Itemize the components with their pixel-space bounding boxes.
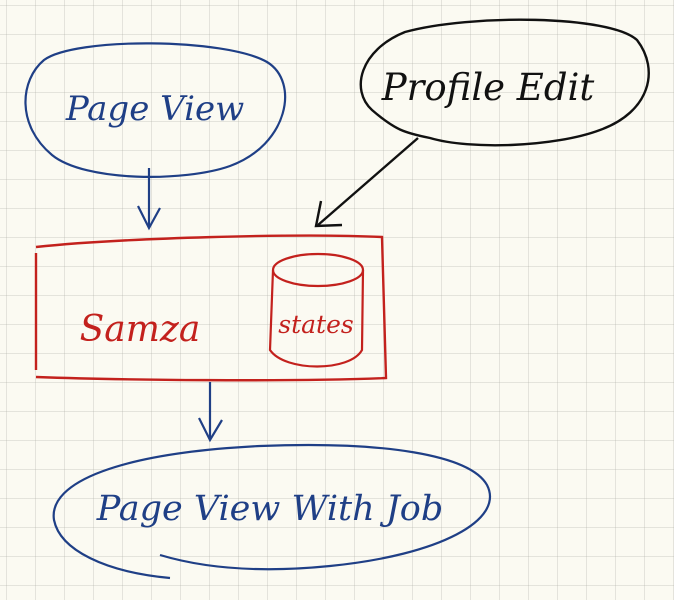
states-label: states <box>278 310 353 339</box>
arrow-profile-edit-to-samza <box>314 137 419 228</box>
samza-box <box>34 234 388 382</box>
flow-diagram: Page View Profile Edit Samza states Page… <box>24 18 650 580</box>
arrow-samza-to-page-view-with-job <box>198 382 223 443</box>
diagram-canvas: Page View Profile Edit Samza states Page… <box>0 0 674 600</box>
page-view-node: Page View <box>24 42 287 178</box>
database-top <box>271 252 365 288</box>
profile-edit-node: Profile Edit <box>359 18 650 147</box>
page-view-with-job-label: Page View With Job <box>96 489 444 529</box>
arrow-line <box>317 137 419 226</box>
profile-edit-label: Profile Edit <box>381 66 595 109</box>
page-view-label: Page View <box>65 89 244 129</box>
samza-label: Samza <box>80 309 201 350</box>
page-view-with-job-node: Page View With Job <box>52 443 491 580</box>
states-database: states <box>268 252 365 368</box>
samza-node: Samza states <box>34 234 388 382</box>
